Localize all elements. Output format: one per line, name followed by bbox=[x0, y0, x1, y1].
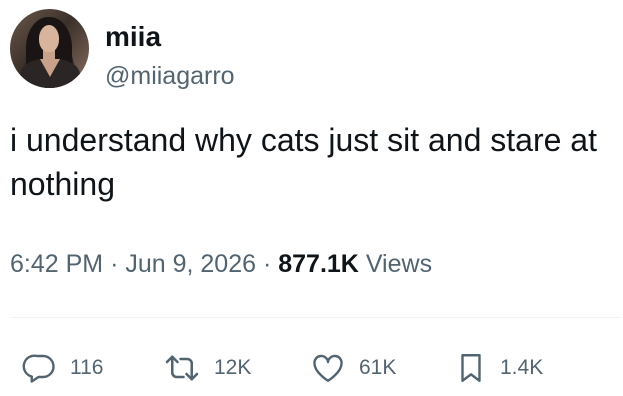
tweet-header: miia @miiagarro bbox=[10, 9, 610, 91]
divider bbox=[10, 317, 622, 318]
tweet-meta: 6:42 PM · Jun 9, 2026 · 877.1K Views bbox=[10, 247, 432, 281]
bookmark-icon bbox=[454, 350, 488, 386]
reply-button[interactable]: 116 bbox=[22, 348, 103, 388]
retweet-count: 12K bbox=[214, 356, 252, 379]
tweet-text: i understand why cats just sit and stare… bbox=[10, 122, 597, 202]
retweet-icon bbox=[162, 350, 202, 386]
avatar[interactable] bbox=[10, 9, 89, 88]
tweet-date[interactable]: Jun 9, 2026 bbox=[125, 250, 256, 278]
action-bar: 116 12K 61K 1.4K bbox=[10, 348, 620, 388]
reply-count: 116 bbox=[70, 356, 104, 379]
views-count[interactable]: 877.1K bbox=[278, 250, 359, 278]
meta-separator: · bbox=[110, 250, 119, 278]
heart-icon bbox=[309, 350, 347, 386]
views-label: Views bbox=[365, 250, 433, 278]
reply-icon bbox=[22, 350, 58, 386]
meta-separator: · bbox=[262, 250, 272, 278]
display-name[interactable]: miia bbox=[105, 21, 161, 53]
bookmark-button[interactable]: 1.4K bbox=[454, 348, 543, 388]
avatar-face bbox=[39, 25, 59, 52]
tweet-time[interactable]: 6:42 PM bbox=[10, 250, 103, 278]
like-button[interactable]: 61K bbox=[309, 348, 396, 388]
user-handle[interactable]: @miiagarro bbox=[105, 61, 235, 91]
retweet-button[interactable]: 12K bbox=[162, 348, 251, 388]
like-count: 61K bbox=[359, 356, 397, 379]
bookmark-count: 1.4K bbox=[500, 356, 544, 379]
